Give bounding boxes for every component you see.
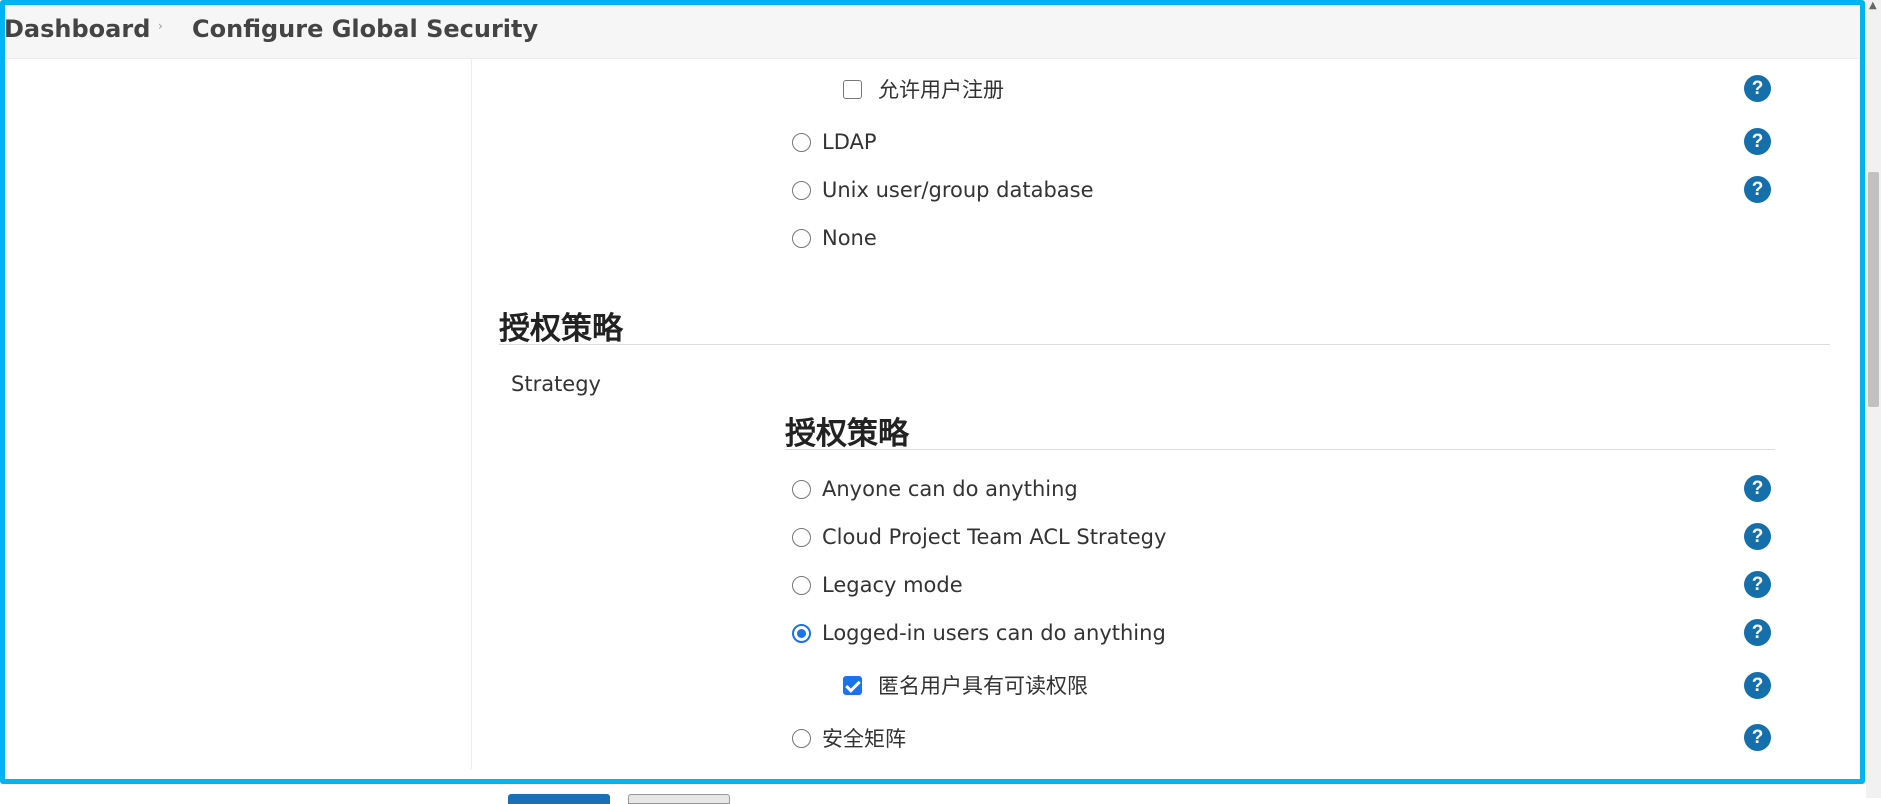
save-button[interactable]	[508, 794, 610, 804]
realm-option-label: Unix user/group database	[822, 178, 1094, 202]
strategy-label: Strategy	[511, 372, 601, 396]
focus-frame	[0, 0, 1865, 784]
breadcrumb-separator-icon[interactable]: ›	[158, 19, 163, 33]
strategy-option-cloud-acl[interactable]: Cloud Project Team ACL Strategy	[792, 520, 1166, 554]
allow-signup-label: 允许用户注册	[878, 78, 1004, 102]
strategy-option-label: Anyone can do anything	[822, 477, 1078, 501]
radio-button[interactable]	[792, 132, 811, 152]
help-icon[interactable]: ?	[1744, 75, 1771, 102]
breadcrumb-dashboard-link[interactable]: Dashboard	[4, 15, 150, 43]
anonymous-read-checkbox[interactable]	[843, 675, 862, 695]
authorization-section-title: 授权策略	[499, 311, 623, 347]
help-icon[interactable]: ?	[1744, 475, 1771, 502]
radio-button[interactable]	[792, 180, 811, 200]
help-icon[interactable]: ?	[1744, 128, 1771, 155]
radio-button[interactable]	[792, 479, 811, 499]
strategy-option-anyone[interactable]: Anyone can do anything	[792, 472, 1078, 506]
authorization-inner-title: 授权策略	[785, 416, 909, 452]
strategy-option-logged-in[interactable]: Logged-in users can do anything	[792, 616, 1166, 650]
radio-button[interactable]	[792, 527, 811, 547]
apply-button[interactable]	[628, 794, 730, 804]
realm-option-none[interactable]: None	[792, 221, 877, 255]
help-icon[interactable]: ?	[1744, 571, 1771, 598]
inner-divider	[785, 449, 1775, 450]
scroll-up-arrow-icon[interactable]: ▲	[1869, 0, 1877, 11]
realm-option-label: LDAP	[822, 130, 877, 154]
breadcrumb: Dashboard › Configure Global Security	[0, 0, 1862, 59]
anonymous-read-checkbox-row[interactable]: 匿名用户具有可读权限	[843, 668, 1088, 702]
allow-signup-checkbox-row[interactable]: 允许用户注册	[843, 72, 1004, 106]
help-icon[interactable]: ?	[1744, 523, 1771, 550]
strategy-option-label: 安全矩阵	[822, 727, 906, 751]
help-icon[interactable]: ?	[1744, 619, 1771, 646]
scrollbar-thumb[interactable]	[1868, 172, 1879, 407]
radio-button[interactable]	[792, 728, 811, 748]
strategy-option-matrix[interactable]: 安全矩阵	[792, 721, 906, 755]
radio-button[interactable]	[792, 575, 811, 595]
realm-option-unix[interactable]: Unix user/group database	[792, 173, 1094, 207]
breadcrumb-current-page[interactable]: Configure Global Security	[192, 15, 538, 43]
help-icon[interactable]: ?	[1744, 176, 1771, 203]
help-icon[interactable]: ?	[1744, 724, 1771, 751]
strategy-option-label: Logged-in users can do anything	[822, 621, 1166, 645]
realm-option-label: None	[822, 226, 877, 250]
help-icon[interactable]: ?	[1744, 672, 1771, 699]
radio-button[interactable]	[792, 228, 811, 248]
allow-signup-checkbox[interactable]	[843, 79, 862, 99]
strategy-option-legacy[interactable]: Legacy mode	[792, 568, 963, 602]
section-divider	[499, 344, 1830, 345]
realm-option-ldap[interactable]: LDAP	[792, 125, 877, 159]
strategy-option-label: Legacy mode	[822, 573, 963, 597]
anonymous-read-label: 匿名用户具有可读权限	[878, 674, 1088, 698]
radio-button-selected[interactable]	[792, 623, 811, 643]
strategy-option-label: Cloud Project Team ACL Strategy	[822, 525, 1167, 549]
sidebar-divider	[471, 59, 472, 769]
